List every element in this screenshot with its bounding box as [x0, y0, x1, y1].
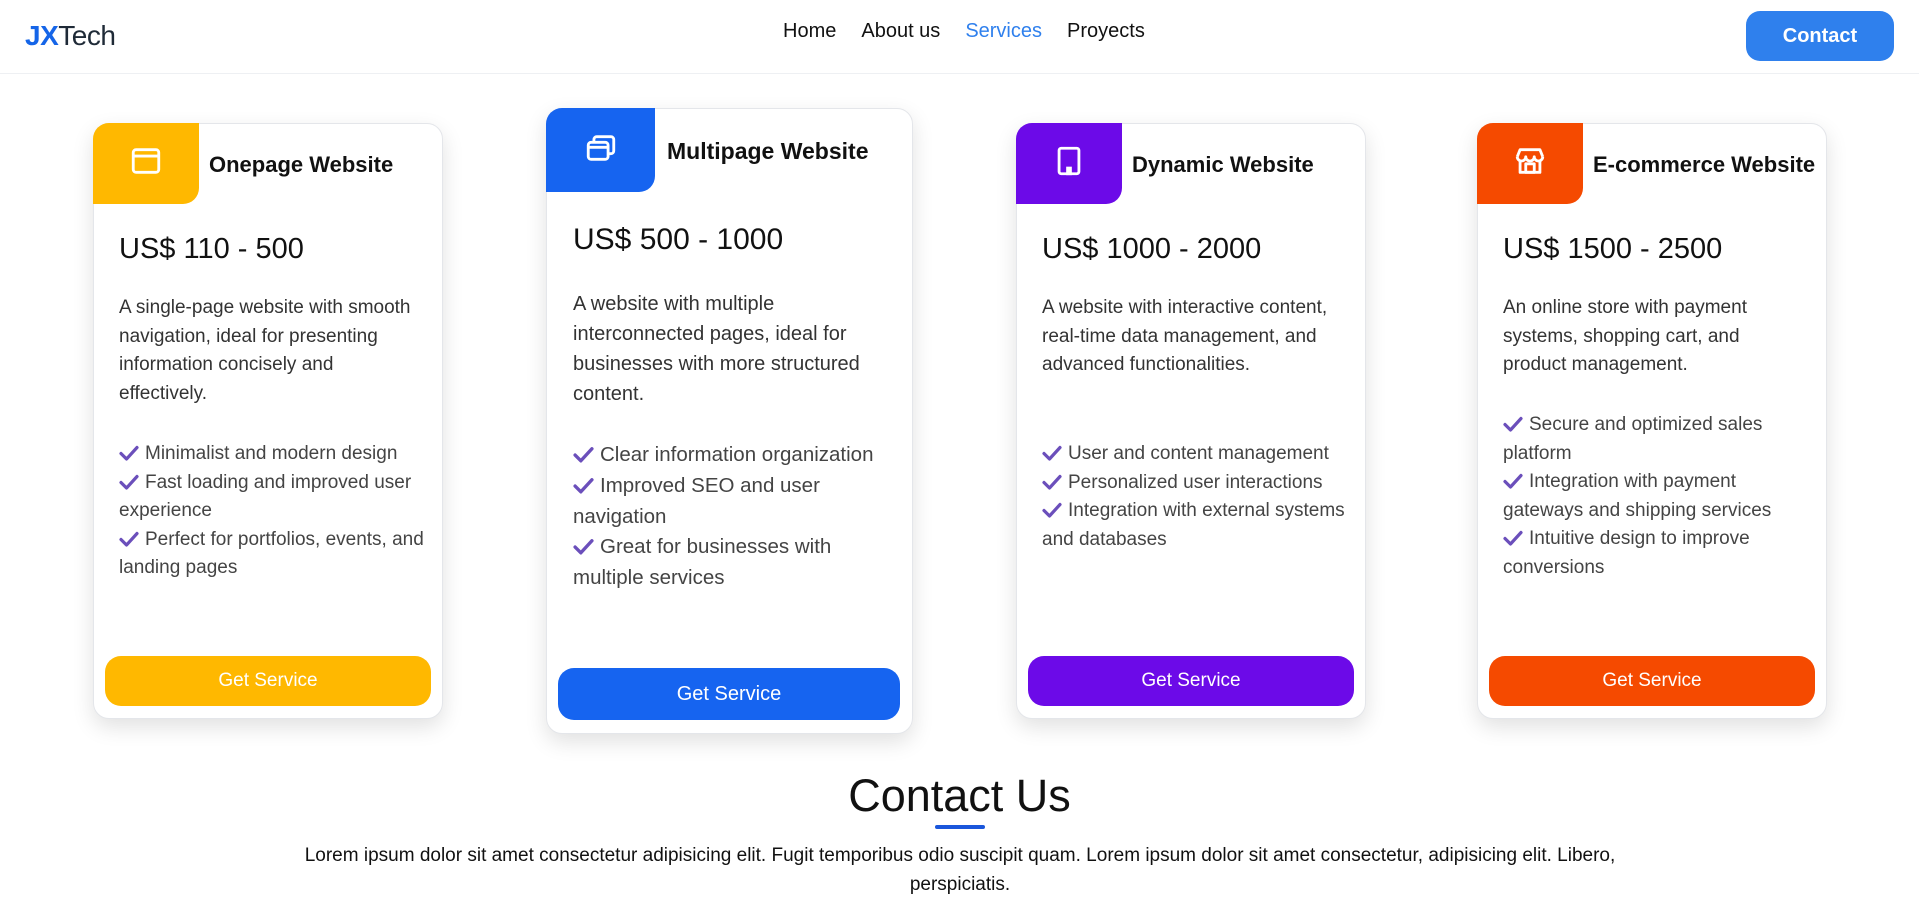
contact-section-title: Contact Us	[848, 770, 1071, 821]
feature-item: Great for businesses with multiple servi…	[573, 532, 893, 594]
feature-item: Improved SEO and user navigation	[573, 471, 893, 533]
feature-list: Secure and optimized sales platform Inte…	[1503, 411, 1808, 582]
top-navbar: JXTech Home About us Services Proyects C…	[0, 0, 1919, 74]
building-icon	[1052, 144, 1086, 183]
card-icon-tab	[93, 123, 199, 204]
card-icon-tab	[1016, 123, 1122, 204]
feature-item: Integration with external systems and da…	[1042, 497, 1352, 554]
check-icon	[1503, 525, 1523, 554]
contact-description: Lorem ipsum dolor sit amet consectetur a…	[304, 845, 1616, 896]
contact-button[interactable]: Contact	[1746, 11, 1894, 61]
card-description: An online store with payment systems, sh…	[1503, 297, 1747, 375]
feature-list: User and content management Personalized…	[1042, 440, 1352, 554]
service-card-multipage: Multipage Website US$ 500 - 1000 A websi…	[546, 108, 913, 734]
service-card-ecommerce: E-commerce Website US$ 1500 - 2500 An on…	[1477, 123, 1827, 719]
get-service-button[interactable]: Get Service	[105, 656, 431, 706]
nav-link-proyects[interactable]: Proyects	[1067, 20, 1145, 43]
get-service-button[interactable]: Get Service	[558, 668, 900, 720]
card-title: Dynamic Website	[1132, 152, 1314, 177]
check-icon	[573, 532, 594, 563]
get-service-button[interactable]: Get Service	[1489, 656, 1815, 706]
logo-bold-text: JX	[25, 20, 59, 51]
card-title: Multipage Website	[667, 138, 869, 164]
get-service-button[interactable]: Get Service	[1028, 656, 1354, 706]
card-price: US$ 1000 - 2000	[1042, 233, 1262, 265]
card-icon-tab	[1477, 123, 1583, 204]
feature-item: Clear information organization	[573, 440, 893, 471]
feature-list: Clear information organization Improved …	[573, 440, 893, 594]
shop-icon	[1513, 144, 1547, 183]
browser-window-icon	[129, 144, 163, 183]
check-icon	[1042, 469, 1062, 498]
nav-link-services[interactable]: Services	[965, 20, 1042, 43]
check-icon	[1042, 497, 1062, 526]
stacked-windows-icon	[584, 131, 618, 170]
main-nav: Home About us Services Proyects	[783, 20, 1145, 43]
card-price: US$ 500 - 1000	[573, 223, 784, 256]
logo-rest-text: Tech	[58, 20, 116, 51]
service-card-dynamic: Dynamic Website US$ 1000 - 2000 A websit…	[1016, 123, 1366, 719]
check-icon	[119, 526, 139, 555]
check-icon	[119, 440, 139, 469]
feature-item: Fast loading and improved user experienc…	[119, 469, 424, 526]
card-title: E-commerce Website	[1593, 152, 1816, 177]
card-icon-tab	[546, 108, 655, 192]
check-icon	[1042, 440, 1062, 469]
nav-link-home[interactable]: Home	[783, 20, 836, 43]
check-icon	[1503, 411, 1523, 440]
feature-item: Perfect for portfolios, events, and land…	[119, 526, 424, 583]
card-title: Onepage Website	[209, 152, 394, 177]
card-price: US$ 1500 - 2500	[1503, 233, 1723, 265]
service-card-onepage: Onepage Website US$ 110 - 500 A single-p…	[93, 123, 443, 719]
check-icon	[1503, 468, 1523, 497]
feature-list: Minimalist and modern design Fast loadin…	[119, 440, 424, 583]
feature-item: Integration with payment gateways and sh…	[1503, 468, 1808, 525]
check-icon	[119, 469, 139, 498]
feature-item: Minimalist and modern design	[119, 440, 424, 469]
nav-link-about-us[interactable]: About us	[861, 20, 940, 43]
card-description: A website with multiple interconnected p…	[573, 293, 860, 405]
title-underline	[935, 825, 985, 829]
card-price: US$ 110 - 500	[119, 233, 304, 265]
feature-item: User and content management	[1042, 440, 1352, 469]
feature-item: Intuitive design to improve conversions	[1503, 525, 1808, 582]
card-description: A single-page website with smooth naviga…	[119, 297, 411, 404]
card-description: A website with interactive content, real…	[1042, 297, 1328, 375]
brand-logo[interactable]: JXTech	[25, 20, 116, 52]
check-icon	[573, 440, 594, 471]
feature-item: Secure and optimized sales platform	[1503, 411, 1808, 468]
check-icon	[573, 471, 594, 502]
feature-item: Personalized user interactions	[1042, 469, 1352, 498]
